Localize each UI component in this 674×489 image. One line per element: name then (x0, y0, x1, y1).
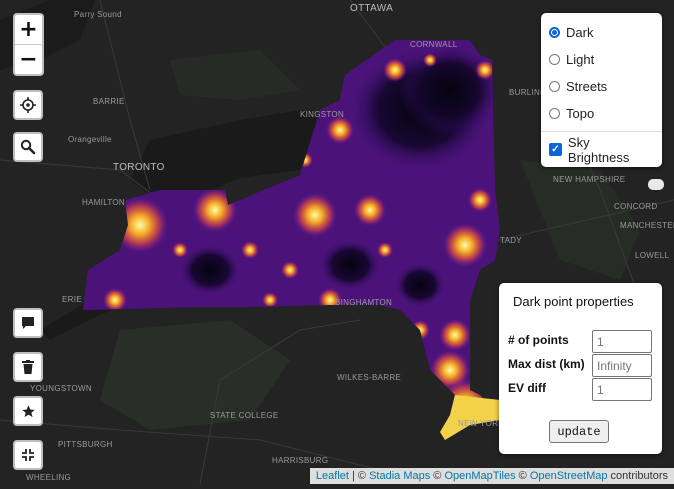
attribution-suffix: contributors (607, 470, 668, 482)
zoom-control: + − (13, 13, 44, 76)
map-label: ERIE (62, 295, 82, 304)
map-label: CORNWALL (410, 40, 458, 49)
search-button[interactable] (13, 132, 43, 162)
panel-title: Dark point properties (513, 294, 634, 309)
crosshair-icon (20, 97, 36, 113)
max-dist-label: Max dist (km) (508, 357, 585, 371)
overlay-option-sky-brightness[interactable]: ✓ Sky Brightness (549, 134, 654, 165)
locate-button[interactable] (13, 90, 43, 120)
layers-control: Dark Light Streets Topo ✓ Sky Brightness (541, 13, 662, 167)
map-label: BINGHAMTON (335, 298, 392, 307)
map-label: MANCHESTER (620, 221, 674, 230)
star-icon (21, 404, 35, 417)
map-label: TORONTO (113, 162, 165, 173)
update-button[interactable]: update (549, 420, 609, 443)
map-label: TADY (500, 236, 522, 245)
attribution-separator: © (515, 470, 530, 482)
map-label: HARRISBURG (272, 456, 328, 465)
max-dist-input[interactable] (592, 354, 652, 377)
openmaptiles-link[interactable]: OpenMapTiles (444, 470, 515, 482)
map-marker[interactable] (648, 179, 664, 190)
dark-point-properties-panel: Dark point properties # of points Max di… (499, 283, 662, 454)
map-label: PITTSBURGH (58, 440, 113, 449)
map-label: NEW HAMPSHIRE (553, 175, 625, 184)
layer-option-streets[interactable]: Streets (549, 73, 654, 100)
favorite-button[interactable] (13, 396, 43, 426)
stadia-link[interactable]: Stadia Maps (369, 470, 430, 482)
map-label: HAMILTON (82, 198, 125, 207)
layer-label: Light (566, 52, 595, 67)
map-label: LOWELL (635, 251, 670, 260)
map-label: YOUNGSTOWN (30, 384, 92, 393)
openstreetmap-link[interactable]: OpenStreetMap (530, 470, 608, 482)
attribution: Leaflet | © Stadia Maps © OpenMapTiles ©… (309, 468, 674, 484)
radio-icon[interactable] (549, 81, 560, 92)
map-label: CONCORD (614, 202, 657, 211)
map-label: Parry Sound (74, 10, 122, 19)
layer-label: Dark (566, 25, 594, 40)
attribution-separator: © (430, 470, 445, 482)
collapse-button[interactable] (13, 440, 43, 470)
radio-icon[interactable] (549, 108, 560, 119)
layer-label: Topo (566, 106, 595, 121)
map-label: OTTAWA (350, 3, 393, 14)
points-input[interactable] (592, 330, 652, 353)
layers-separator (541, 131, 662, 132)
map-label: KINGSTON (300, 110, 344, 119)
map-label: WHEELING (26, 473, 71, 482)
layer-option-dark[interactable]: Dark (549, 19, 654, 46)
comment-button[interactable] (13, 308, 43, 338)
attribution-separator: | © (348, 470, 370, 482)
layer-label: Streets (566, 79, 608, 94)
radio-icon[interactable] (549, 54, 560, 65)
map-label: BARRIE (93, 97, 125, 106)
points-label: # of points (508, 333, 569, 347)
collapse-icon (22, 449, 34, 461)
trash-icon (22, 360, 34, 374)
delete-button[interactable] (13, 352, 43, 382)
map-label: Orangeville (68, 135, 112, 144)
layer-option-topo[interactable]: Topo (549, 100, 654, 127)
ev-diff-input[interactable] (592, 378, 652, 401)
map-label: NEW YORK (458, 419, 504, 428)
zoom-in-button[interactable]: + (15, 15, 42, 44)
overlay-label: Sky Brightness (567, 134, 630, 165)
map-label: STATE COLLEGE (210, 411, 279, 420)
layer-option-light[interactable]: Light (549, 46, 654, 73)
zoom-out-button[interactable]: − (15, 44, 42, 74)
ev-diff-label: EV diff (508, 381, 546, 395)
radio-checked-icon[interactable] (549, 27, 560, 38)
map-label: WILKES-BARRE (337, 373, 401, 382)
comment-icon (22, 317, 34, 329)
leaflet-link[interactable]: Leaflet (316, 470, 349, 482)
checkbox-checked-icon[interactable]: ✓ (549, 143, 562, 156)
search-icon (20, 139, 36, 155)
